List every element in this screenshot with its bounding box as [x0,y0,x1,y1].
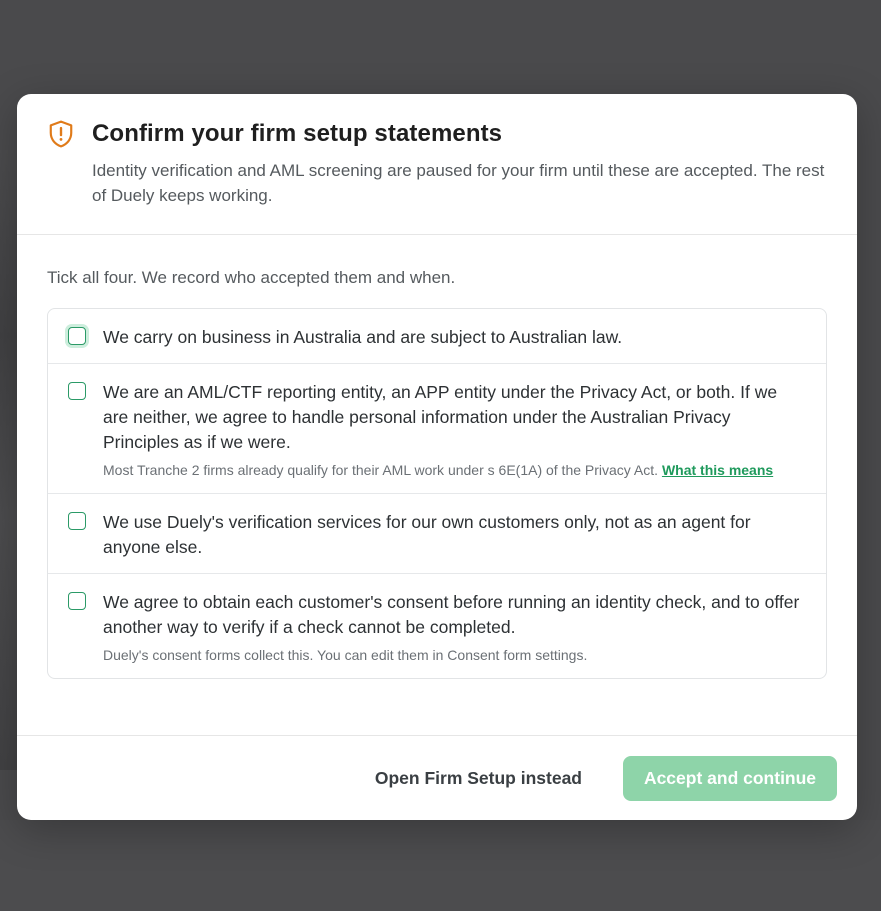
statement-text: We use Duely's verification services for… [103,512,751,557]
dialog-header: Confirm your firm setup statements Ident… [17,94,857,235]
statement-checkbox-2[interactable] [68,382,86,400]
statement-checkbox-3[interactable] [68,512,86,530]
confirm-statements-dialog: Confirm your firm setup statements Ident… [17,94,857,820]
what-this-means-link[interactable]: What this means [662,462,773,478]
dialog-subtitle: Identity verification and AML screening … [92,161,825,205]
accept-and-continue-button[interactable]: Accept and continue [623,755,837,801]
dialog-title: Confirm your firm setup statements [92,120,503,147]
statement-checkbox-1[interactable] [68,327,86,345]
statement-item: We carry on business in Australia and ar… [48,309,826,364]
statement-checkbox-4[interactable] [68,592,86,610]
statement-text: We are an AML/CTF reporting entity, an A… [103,382,778,452]
statement-text: We agree to obtain each customer's conse… [103,592,800,637]
dialog-footer: Open Firm Setup instead Accept and conti… [17,735,857,820]
statement-item: We use Duely's verification services for… [48,494,826,574]
backdrop-bottom [0,820,881,911]
dialog-body: Tick all four. We record who accepted th… [17,235,857,709]
statements-list: We carry on business in Australia and ar… [47,308,827,679]
intro-text: Tick all four. We record who accepted th… [47,268,456,287]
statement-text: We carry on business in Australia and ar… [103,327,623,347]
statement-item: We agree to obtain each customer's conse… [48,574,826,678]
statement-item: We are an AML/CTF reporting entity, an A… [48,364,826,494]
statement-note: Most Tranche 2 firms already qualify for… [103,460,806,480]
shield-alert-icon [49,120,73,148]
open-firm-setup-button[interactable]: Open Firm Setup instead [369,767,588,790]
statement-note-text: Most Tranche 2 firms already qualify for… [103,462,659,478]
statement-note: Duely's consent forms collect this. You … [103,647,588,663]
